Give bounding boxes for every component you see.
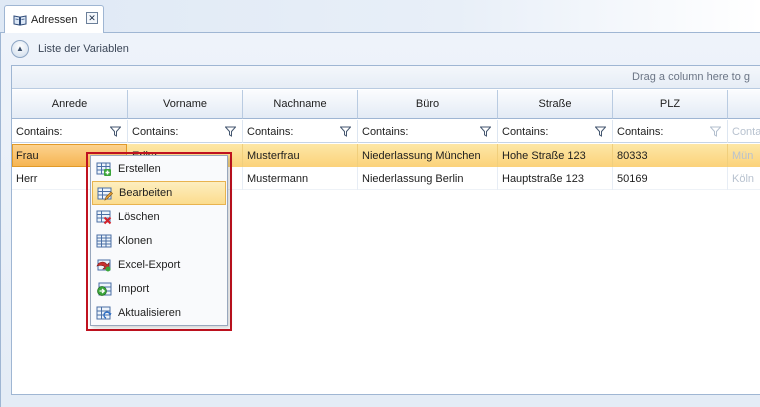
- cell-buero[interactable]: Niederlassung München: [358, 144, 498, 167]
- grid-clone-icon: [96, 234, 112, 248]
- chevron-up-icon: ▲: [16, 44, 24, 53]
- close-icon[interactable]: ✕: [86, 12, 98, 24]
- menu-item-label: Erstellen: [118, 163, 161, 175]
- context-menu: Erstellen Bearbeiten Löschen Klonen Exce…: [90, 155, 228, 326]
- grid-add-icon: [96, 162, 111, 176]
- menu-item-excel-export[interactable]: Excel-Export: [92, 253, 226, 277]
- excel-export-icon: [96, 259, 111, 272]
- filter-label: Contains:: [617, 125, 664, 138]
- collapse-button[interactable]: ▲: [11, 40, 29, 58]
- menu-item-label: Aktualisieren: [118, 307, 181, 319]
- document-tab-strip: Adressen ✕: [0, 0, 760, 34]
- menu-item-label: Bearbeiten: [119, 187, 173, 199]
- filter-cell-buero[interactable]: Contains:: [358, 120, 498, 143]
- column-header-vorname[interactable]: Vorname: [128, 90, 243, 119]
- menu-item-aktualisieren[interactable]: Aktualisieren: [92, 301, 226, 325]
- menu-item-label: Klonen: [118, 235, 153, 247]
- book-icon: [13, 15, 27, 26]
- filter-cell-plz[interactable]: Contains:: [613, 120, 728, 143]
- column-header-next[interactable]: [728, 90, 760, 119]
- group-hint-text: Drag a column here to g: [632, 71, 751, 83]
- filter-funnel-icon[interactable]: [595, 126, 606, 137]
- cell-strasse[interactable]: Hohe Straße 123: [498, 144, 613, 167]
- cell-buero[interactable]: Niederlassung Berlin: [358, 167, 498, 190]
- cell-nachname[interactable]: Musterfrau: [243, 144, 358, 167]
- filter-cell-strasse[interactable]: Contains:: [498, 120, 613, 143]
- filter-cell-anrede[interactable]: Contains:: [12, 120, 128, 143]
- filter-label: Contains:: [732, 125, 760, 138]
- menu-item-label: Löschen: [118, 211, 160, 223]
- filter-cell-ort[interactable]: Contains:: [728, 120, 760, 143]
- grid-edit-icon: [97, 187, 113, 201]
- cell-ort[interactable]: Köln: [728, 167, 760, 190]
- group-panel[interactable]: Drag a column here to g: [12, 66, 760, 89]
- filter-row: Contains: Contains: Contains: Contains: …: [12, 120, 760, 143]
- filter-label: Contains:: [16, 125, 63, 138]
- filter-funnel-icon[interactable]: [480, 126, 491, 137]
- column-header-nachname[interactable]: Nachname: [243, 90, 358, 119]
- filter-funnel-icon[interactable]: [710, 126, 721, 137]
- menu-item-bearbeiten[interactable]: Bearbeiten: [92, 181, 226, 205]
- filter-cell-vorname[interactable]: Contains:: [128, 120, 243, 143]
- cell-strasse[interactable]: Hauptstraße 123: [498, 167, 613, 190]
- filter-label: Contains:: [502, 125, 549, 138]
- filter-label: Contains:: [362, 125, 409, 138]
- tab-adressen[interactable]: Adressen ✕: [4, 5, 104, 34]
- panel-header: ▲ Liste der Variablen: [11, 39, 129, 59]
- menu-item-loeschen[interactable]: Löschen: [92, 205, 226, 229]
- cell-plz[interactable]: 50169: [613, 167, 728, 190]
- filter-funnel-icon[interactable]: [225, 126, 236, 137]
- cell-nachname[interactable]: Mustermann: [243, 167, 358, 190]
- filter-funnel-icon[interactable]: [340, 126, 351, 137]
- tab-label: Adressen: [31, 14, 78, 26]
- column-header-anrede[interactable]: Anrede: [12, 90, 128, 119]
- cell-plz[interactable]: 80333: [613, 144, 728, 167]
- column-header-buero[interactable]: Büro: [358, 90, 498, 119]
- import-icon: [97, 282, 112, 296]
- cell-ort[interactable]: Mün: [728, 144, 760, 167]
- column-header-plz[interactable]: PLZ: [613, 90, 728, 119]
- filter-label: Contains:: [132, 125, 179, 138]
- menu-item-klonen[interactable]: Klonen: [92, 229, 226, 253]
- grid-delete-icon: [96, 210, 112, 225]
- column-header-strasse[interactable]: Straße: [498, 90, 613, 119]
- filter-funnel-icon[interactable]: [110, 126, 121, 137]
- menu-item-label: Excel-Export: [118, 259, 181, 271]
- filter-label: Contains:: [247, 125, 294, 138]
- filter-cell-nachname[interactable]: Contains:: [243, 120, 358, 143]
- panel-title: Liste der Variablen: [38, 43, 129, 55]
- menu-item-import[interactable]: Import: [92, 277, 226, 301]
- menu-item-label: Import: [118, 283, 150, 295]
- menu-item-erstellen[interactable]: Erstellen: [92, 157, 226, 181]
- refresh-icon: [96, 306, 112, 320]
